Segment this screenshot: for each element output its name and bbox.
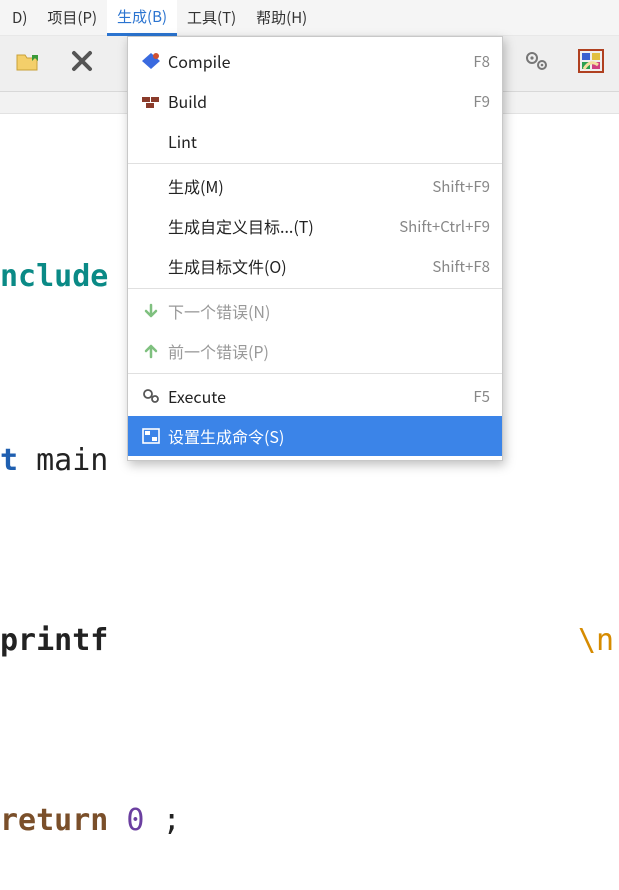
menu-item-tools[interactable]: 工具(T) bbox=[177, 1, 246, 34]
menu-accel: F5 bbox=[463, 386, 490, 407]
code-token: 0 bbox=[108, 803, 162, 838]
folder-open-icon bbox=[15, 49, 41, 78]
menu-make-custom[interactable]: 生成自定义目标...(T) Shift+Ctrl+F9 bbox=[128, 206, 502, 246]
menu-item-d[interactable]: D) bbox=[2, 1, 37, 34]
build-icon bbox=[136, 93, 166, 109]
menu-label: Build bbox=[166, 89, 463, 113]
panel-icon bbox=[136, 428, 166, 444]
menu-make[interactable]: 生成(M) Shift+F9 bbox=[128, 166, 502, 206]
menu-execute[interactable]: Execute F5 bbox=[128, 376, 502, 416]
color-picker-button[interactable] bbox=[577, 50, 605, 78]
menu-label: 生成自定义目标...(T) bbox=[166, 214, 389, 238]
menu-build[interactable]: Build F9 bbox=[128, 81, 502, 121]
compile-icon bbox=[136, 52, 166, 70]
menu-next-error: 下一个错误(N) bbox=[128, 291, 502, 331]
code-token: main bbox=[18, 443, 108, 478]
menu-make-object[interactable]: 生成目标文件(O) Shift+F8 bbox=[128, 246, 502, 286]
menu-label: Execute bbox=[166, 384, 463, 408]
menu-accel: Shift+Ctrl+F9 bbox=[389, 216, 490, 237]
menu-label: 生成目标文件(O) bbox=[166, 254, 422, 278]
menu-item-project[interactable]: 项目(P) bbox=[37, 1, 107, 34]
code-token: \n") bbox=[578, 623, 619, 658]
color-picker-icon bbox=[578, 49, 604, 78]
arrow-up-icon bbox=[136, 342, 166, 360]
menu-item-help[interactable]: 帮助(H) bbox=[246, 1, 317, 34]
gears-icon bbox=[524, 49, 550, 78]
menu-label: Compile bbox=[166, 49, 463, 73]
menu-label: Lint bbox=[166, 129, 480, 153]
menu-label: 生成(M) bbox=[166, 174, 422, 198]
open-button[interactable] bbox=[14, 50, 42, 78]
menu-accel: Shift+F8 bbox=[422, 256, 490, 277]
menu-set-build-commands[interactable]: 设置生成命令(S) bbox=[128, 416, 502, 456]
close-icon bbox=[71, 50, 93, 77]
code-token: return bbox=[0, 803, 108, 838]
menu-accel: Shift+F9 bbox=[422, 176, 490, 197]
code-token: t bbox=[0, 443, 18, 478]
code-token: nclude bbox=[0, 259, 108, 294]
menu-prev-error: 前一个错误(P) bbox=[128, 331, 502, 371]
menu-lint[interactable]: Lint bbox=[128, 121, 502, 161]
menu-compile[interactable]: Compile F8 bbox=[128, 41, 502, 81]
menu-accel: F9 bbox=[463, 91, 490, 112]
menu-item-build[interactable]: 生成(B) bbox=[107, 0, 177, 36]
arrow-down-icon bbox=[136, 302, 166, 320]
close-button[interactable] bbox=[68, 50, 96, 78]
menubar: D) 项目(P) 生成(B) 工具(T) 帮助(H) bbox=[0, 0, 619, 36]
menu-separator bbox=[128, 163, 502, 164]
menu-label: 下一个错误(N) bbox=[166, 299, 490, 323]
code-token: printf bbox=[0, 623, 108, 658]
menu-accel: F8 bbox=[463, 51, 490, 72]
code-token: ; bbox=[163, 803, 181, 838]
menu-label: 前一个错误(P) bbox=[166, 339, 490, 363]
menu-separator bbox=[128, 373, 502, 374]
menu-label: 设置生成命令(S) bbox=[166, 424, 490, 448]
gears-icon bbox=[136, 387, 166, 405]
settings-button[interactable] bbox=[523, 50, 551, 78]
build-menu-dropdown: Compile F8 Build F9 Lint 生成(M) Shift+F9 … bbox=[127, 36, 503, 461]
menu-separator bbox=[128, 288, 502, 289]
